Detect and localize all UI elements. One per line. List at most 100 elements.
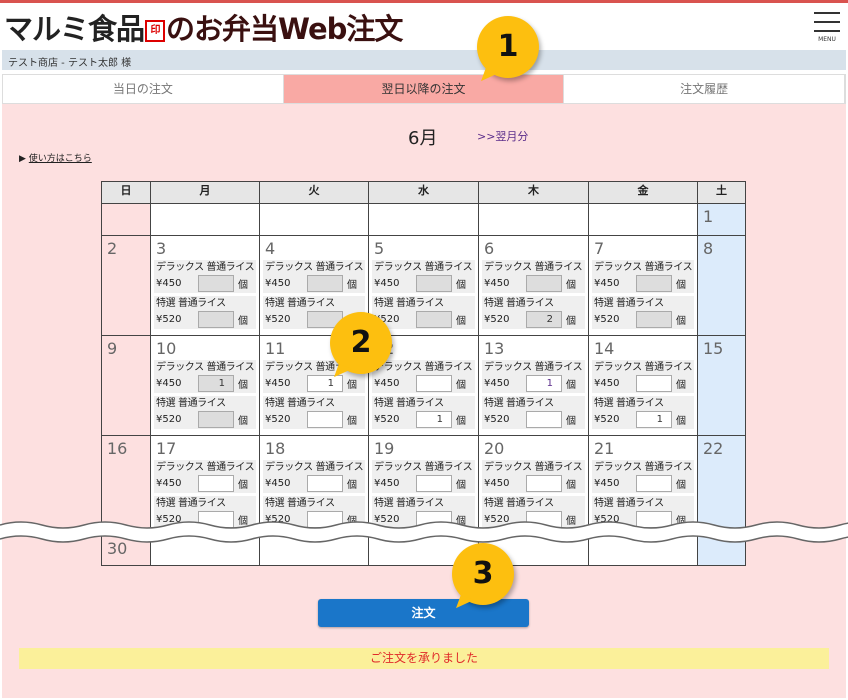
item-label: 特選 普通ライス [374, 498, 444, 509]
unit-label: 個 [456, 315, 466, 327]
menu-button[interactable]: MENU [814, 12, 840, 43]
menu-item: デラックス 普通ライス ¥450 個 [592, 460, 694, 493]
quantity-input [198, 410, 234, 428]
item-label: 特選 普通ライス [374, 298, 444, 309]
tab-history[interactable]: 注文履歴 [564, 75, 846, 103]
quantity-input[interactable] [526, 410, 562, 428]
quantity-input[interactable]: 1 [416, 410, 452, 428]
calendar-day-cell: 14 デラックス 普通ライス ¥450 個特選 普通ライス ¥520 1 個 [588, 335, 698, 436]
tab-future[interactable]: 翌日以降の注文 [283, 75, 565, 103]
item-label: デラックス 普通ライス [594, 462, 693, 473]
unit-label: 個 [676, 479, 686, 491]
quantity-input[interactable]: 1 [636, 410, 672, 428]
user-bar: テスト商店 - テスト太郎 様 [2, 50, 846, 70]
tab-today[interactable]: 当日の注文 [3, 75, 284, 103]
item-price: ¥450 [156, 277, 182, 289]
calendar-day-cell: 7 デラックス 普通ライス ¥450 個特選 普通ライス ¥520 個 [588, 235, 698, 336]
item-price: ¥450 [374, 477, 400, 489]
calendar-day-cell: 10 デラックス 普通ライス ¥450 1 個特選 普通ライス ¥520 個 [150, 335, 260, 436]
item-price: ¥520 [265, 313, 291, 325]
unit-label: 個 [676, 315, 686, 327]
item-price: ¥450 [156, 477, 182, 489]
item-label: デラックス 普通ライス [484, 362, 583, 373]
menu-label: MENU [818, 36, 836, 43]
calendar-week: 1 [101, 203, 746, 236]
item-price: ¥450 [156, 377, 182, 389]
item-label: 特選 普通ライス [594, 498, 664, 509]
item-label: 特選 普通ライス [484, 298, 554, 309]
day-number: 6 [484, 239, 495, 258]
calendar-day-cell [101, 203, 151, 236]
triangle-icon: ▶ [19, 154, 29, 164]
menu-item: デラックス 普通ライス ¥450 個 [482, 460, 585, 493]
item-label: 特選 普通ライス [265, 498, 335, 509]
quantity-input[interactable]: 1 [526, 374, 562, 392]
callout-3: 3 [452, 543, 514, 605]
unit-label: 個 [676, 379, 686, 391]
menu-item: デラックス 普通ライス ¥450 個 [592, 260, 694, 293]
day-number: 9 [107, 339, 118, 358]
quantity-input[interactable] [526, 474, 562, 492]
quantity-input[interactable] [416, 474, 452, 492]
order-confirmation-message: ご注文を承りました [19, 648, 829, 669]
weekday-header: 月 [150, 181, 260, 204]
day-number: 4 [265, 239, 276, 258]
site-logo[interactable]: マルミ食品印のお弁当Web注文 [4, 6, 403, 48]
unit-label: 個 [676, 415, 686, 427]
month-title: 6月 [408, 128, 438, 149]
item-price: ¥450 [265, 377, 291, 389]
menu-item: 特選 普通ライス¥520個 [154, 296, 256, 329]
quantity-input[interactable] [198, 474, 234, 492]
item-price: ¥450 [594, 377, 620, 389]
omission-wave [0, 521, 848, 543]
howto-link[interactable]: ▶ 使い方はこちら [19, 151, 92, 164]
item-label: 特選 普通ライス [374, 398, 444, 409]
menu-item: デラックス 普通ライス ¥450 個 [154, 260, 256, 293]
item-label: 特選 普通ライス [484, 398, 554, 409]
unit-label: 個 [456, 415, 466, 427]
callout-1: 1 [477, 16, 539, 78]
item-label: デラックス 普通ライス [594, 262, 693, 273]
calendar-day-cell: 5 デラックス 普通ライス ¥450 個特選 普通ライス ¥520 個 [368, 235, 479, 336]
unit-label: 個 [456, 379, 466, 391]
day-number: 5 [374, 239, 385, 258]
menu-item: 特選 普通ライス¥520個 [263, 396, 365, 429]
quantity-input[interactable] [636, 374, 672, 392]
item-label: デラックス 普通ライス [156, 462, 255, 473]
unit-label: 個 [238, 415, 248, 427]
day-number: 1 [703, 207, 714, 226]
quantity-input[interactable] [307, 474, 343, 492]
item-label: デラックス 普通ライス [156, 362, 255, 373]
menu-item: デラックス 普通ライス ¥450 個 [372, 460, 475, 493]
hamburger-icon-line [814, 21, 840, 23]
menu-item: デラックス 普通ライス ¥450 個 [372, 360, 475, 393]
calendar-day-cell: 9 [101, 335, 151, 436]
menu-item: 特選 普通ライス ¥520 1 個 [372, 396, 475, 429]
unit-label: 個 [347, 279, 357, 291]
order-button[interactable]: 注文 [318, 599, 529, 627]
item-label: 特選 普通ライス [156, 298, 226, 309]
day-number: 8 [703, 239, 714, 258]
quantity-input[interactable] [416, 374, 452, 392]
item-price: ¥450 [484, 377, 510, 389]
calendar-day-cell: 8 [697, 235, 746, 336]
quantity-input[interactable] [307, 410, 343, 428]
item-price: ¥520 [594, 313, 620, 325]
unit-label: 個 [566, 415, 576, 427]
day-number: 13 [484, 339, 505, 358]
calendar-week: 9 10 デラックス 普通ライス ¥450 1 個特選 普通ライス ¥520 個 11 デラックス… [101, 335, 746, 436]
item-price: ¥450 [594, 277, 620, 289]
item-label: 特選 普通ライス [594, 398, 664, 409]
unit-label: 個 [456, 279, 466, 291]
menu-item: 特選 普通ライス¥520個 [482, 396, 585, 429]
unit-label: 個 [566, 479, 576, 491]
howto-label: 使い方はこちら [28, 154, 92, 164]
calendar-day-cell: 2 [101, 235, 151, 336]
quantity-input[interactable] [636, 474, 672, 492]
item-price: ¥450 [594, 477, 620, 489]
menu-item: 特選 普通ライス¥520個 [372, 296, 475, 329]
hamburger-icon-line [814, 30, 840, 32]
item-label: 特選 普通ライス [484, 498, 554, 509]
quantity-input [526, 274, 562, 292]
next-month-link[interactable]: >>翌月分 [477, 128, 528, 144]
